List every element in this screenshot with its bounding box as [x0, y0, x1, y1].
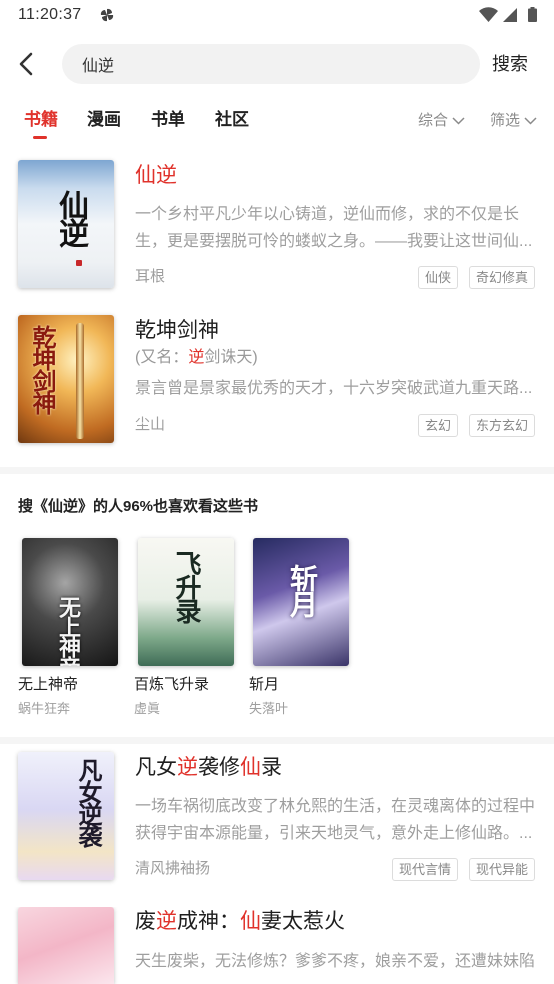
tag: 玄幻 [417, 414, 458, 437]
cover-lettering: 凡女逆袭 [74, 758, 100, 846]
recommended-book-author: 虚眞 [134, 701, 161, 716]
book-author: 清风拂袖扬 [135, 860, 211, 877]
battery-icon [528, 7, 537, 22]
alias-segment: 逆 [188, 349, 205, 366]
title-segment: 袭修 [198, 756, 240, 779]
book-cover [18, 907, 114, 984]
cover-lettering: 飞升录 [172, 550, 201, 622]
recommended-book[interactable]: 飞升录 百炼飞升录 虚眞 [134, 538, 244, 722]
book-result-item[interactable]: 乾坤剑神 乾坤剑神 (又名：逆剑诛天) 景言曾是景家最优秀的天才，十六岁突破武道… [0, 315, 554, 443]
book-tags: 玄幻 东方玄幻 [417, 414, 535, 437]
wifi-icon [479, 7, 498, 22]
book-cover: 无上神帝 [22, 538, 118, 666]
tag: 现代言情 [391, 858, 458, 881]
sword-shape [76, 323, 84, 439]
book-cover: 乾坤剑神 [18, 315, 114, 443]
cover-lettering: 乾坤剑神 [28, 325, 54, 413]
title-segment: 逆 [177, 756, 198, 779]
title-segment: 成神： [177, 910, 240, 933]
pinwheel-icon [100, 8, 114, 22]
seal-mark [76, 260, 82, 266]
book-title: 废逆成神：仙妻太惹火 [135, 907, 345, 937]
book-title: 凡女逆袭修仙录 [135, 753, 282, 783]
search-button[interactable]: 搜索 [492, 51, 528, 77]
title-segment: 废 [135, 910, 156, 933]
title-segment: 凡女 [135, 756, 177, 779]
book-result-item[interactable]: 仙逆 仙逆 一个乡村平凡少年以心铸道，逆仙而修，求的不仅是长生，更是要摆脱可怜的… [0, 160, 554, 289]
active-tab-indicator [33, 136, 47, 139]
sort-dropdown[interactable]: 综合 [418, 110, 465, 132]
alias-segment: (又名： [135, 349, 189, 366]
recommended-book-title: 无上神帝 [18, 676, 79, 693]
book-description: 天生废柴，无法修炼？爹爹不疼，娘亲不爱，还遭妹妹陷 [135, 953, 536, 970]
screen: 11:20:37 搜索 书籍 漫画 书单 社区 综合 筛选 [0, 0, 554, 984]
book-title: 乾坤剑神 [135, 316, 219, 346]
book-cover: 凡女逆袭 [18, 752, 114, 880]
search-box[interactable] [62, 44, 480, 84]
tab-comics[interactable]: 漫画 [87, 108, 121, 132]
book-cover: 仙逆 [18, 160, 114, 288]
book-description: 景言曾是景家最优秀的天才，十六岁突破武道九重天路... [135, 380, 533, 397]
chevron-down-icon [452, 117, 465, 125]
chevron-down-icon [524, 117, 537, 125]
chevron-left-icon [19, 52, 33, 76]
book-author: 耳根 [135, 268, 166, 285]
search-input[interactable] [82, 44, 462, 84]
book-alias: (又名：逆剑诛天) [135, 345, 258, 371]
book-result-item[interactable]: 废逆成神：仙妻太惹火 天生废柴，无法修炼？爹爹不疼，娘亲不爱，还遭妹妹陷 [0, 907, 554, 984]
book-description: 一个乡村平凡少年以心铸道，逆仙而修，求的不仅是长生，更是要摆脱可怜的蝼蚁之身。—… [135, 206, 533, 250]
recommended-book[interactable]: 斩月 斩月 失落叶 [249, 538, 359, 722]
book-description: 一场车祸彻底改变了林允熙的生活，在灵魂离体的过程中获得宇宙本源能量，引来天地灵气… [135, 798, 536, 842]
book-tags: 仙侠 奇幻修真 [417, 266, 535, 289]
recommended-book-title: 百炼飞升录 [134, 676, 210, 693]
section-divider [0, 467, 554, 474]
alias-segment: 剑诛天) [204, 349, 258, 366]
title-segment: 录 [261, 756, 282, 779]
cover-lettering: 无上神帝 [56, 596, 81, 666]
recommended-book-author: 失落叶 [249, 701, 289, 716]
title-segment: 乾坤剑神 [135, 319, 219, 342]
title-segment: 仙 [240, 756, 261, 779]
recommended-book[interactable]: 无上神帝 无上神帝 蜗牛狂奔 [18, 538, 128, 722]
back-button[interactable] [14, 50, 40, 78]
book-cover: 斩月 [253, 538, 349, 666]
title-segment: 仙 [240, 910, 261, 933]
cover-lettering: 仙逆 [54, 190, 87, 246]
tag: 仙侠 [417, 266, 458, 289]
book-result-item[interactable]: 凡女逆袭 凡女逆袭修仙录 一场车祸彻底改变了林允熙的生活，在灵魂离体的过程中获得… [0, 752, 554, 881]
status-time: 11:20:37 [18, 6, 82, 23]
tab-community[interactable]: 社区 [215, 108, 249, 132]
tag: 东方玄幻 [468, 414, 535, 437]
title-segment: 妻太惹火 [261, 910, 345, 933]
tab-booklists[interactable]: 书单 [151, 108, 185, 132]
recommended-book-title: 斩月 [249, 676, 280, 693]
recommended-book-author: 蜗牛狂奔 [18, 701, 71, 716]
recommendations-heading: 搜《仙逆》的人96%也喜欢看这些书 [18, 498, 259, 515]
filter-label: 筛选 [490, 112, 521, 129]
book-tags: 现代言情 现代异能 [391, 858, 535, 881]
title-segment: 仙逆 [135, 164, 177, 187]
tab-books[interactable]: 书籍 [24, 108, 58, 132]
tag: 奇幻修真 [468, 266, 535, 289]
book-title: 仙逆 [135, 161, 177, 191]
tag: 现代异能 [468, 858, 535, 881]
section-divider [0, 737, 554, 744]
cover-lettering: 斩月 [286, 564, 317, 616]
sort-label: 综合 [418, 112, 449, 129]
book-cover: 飞升录 [138, 538, 234, 666]
book-author: 尘山 [135, 416, 166, 433]
filter-dropdown[interactable]: 筛选 [490, 110, 537, 132]
title-segment: 逆 [156, 910, 177, 933]
signal-icon [503, 8, 517, 22]
